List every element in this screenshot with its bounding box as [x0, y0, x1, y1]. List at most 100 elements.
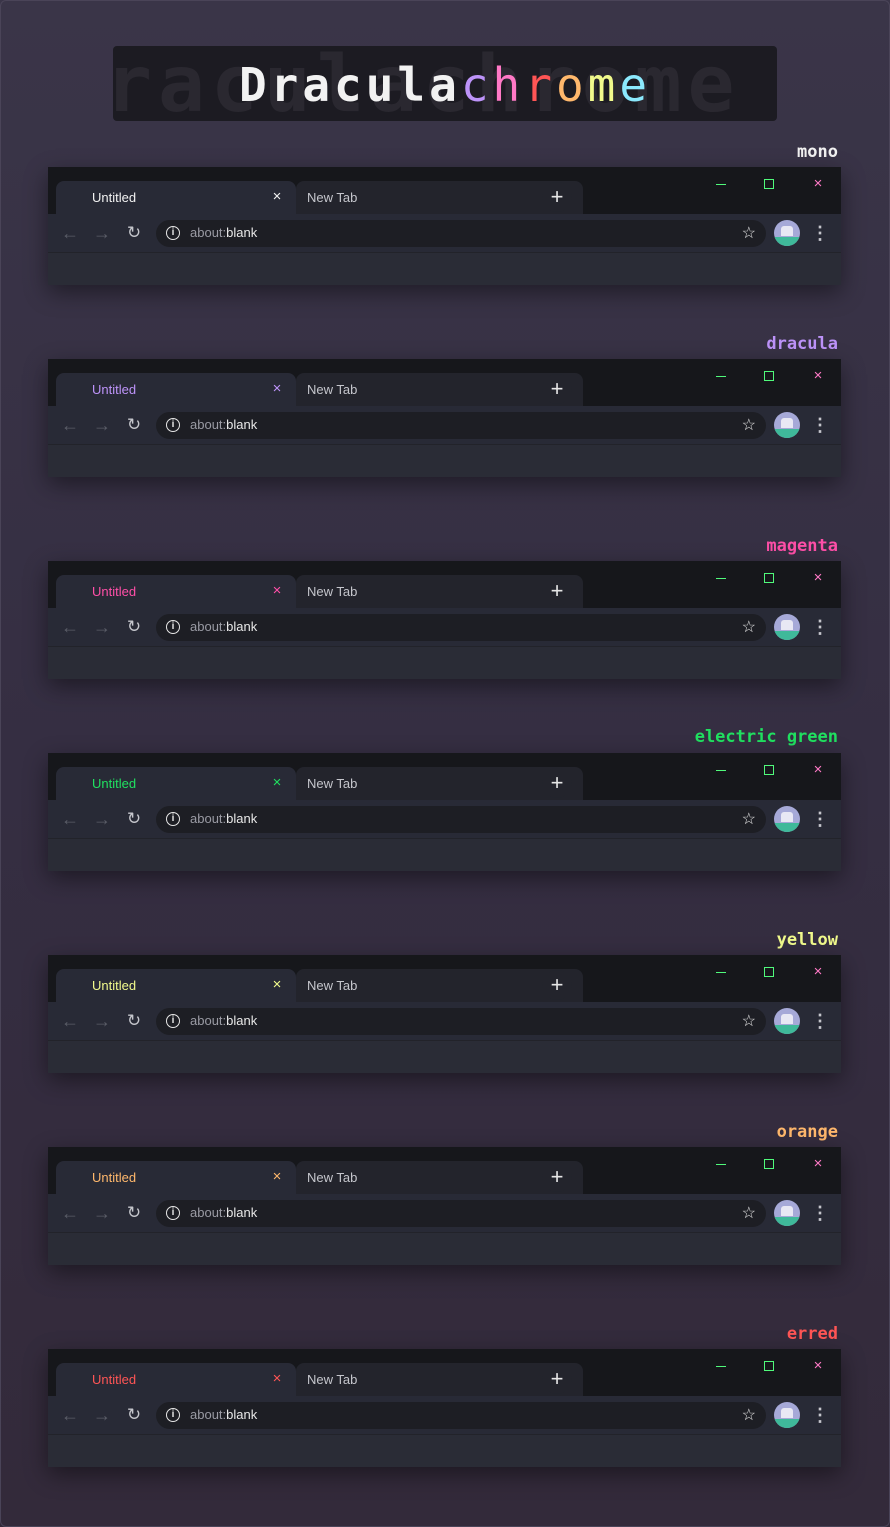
new-tab-button[interactable]: +	[542, 182, 572, 212]
close-icon[interactable]: ×	[268, 1168, 286, 1186]
tab-new-tab[interactable]: New Tab ×	[296, 373, 583, 406]
menu-icon[interactable]: ⋮	[810, 806, 830, 832]
address-bar[interactable]: i about:blank ☆	[156, 1402, 766, 1429]
back-icon[interactable]: ←	[57, 1402, 83, 1428]
tab-new-tab[interactable]: New Tab ×	[296, 767, 583, 800]
forward-icon[interactable]: →	[89, 1008, 115, 1034]
forward-icon[interactable]: →	[89, 1402, 115, 1428]
url-text[interactable]: about:blank	[190, 225, 257, 240]
menu-icon[interactable]: ⋮	[810, 412, 830, 438]
address-bar[interactable]: i about:blank ☆	[156, 1200, 766, 1227]
back-icon[interactable]: ←	[57, 220, 83, 246]
minimize-icon[interactable]	[711, 368, 731, 384]
new-tab-button[interactable]: +	[542, 1364, 572, 1394]
bookmark-star-icon[interactable]: ☆	[742, 415, 756, 435]
info-icon[interactable]: i	[166, 1014, 180, 1028]
bookmark-star-icon[interactable]: ☆	[742, 809, 756, 829]
tab-untitled[interactable]: Untitled ×	[56, 1363, 296, 1396]
new-tab-button[interactable]: +	[542, 768, 572, 798]
new-tab-button[interactable]: +	[542, 576, 572, 606]
profile-avatar[interactable]	[774, 1402, 800, 1428]
minimize-icon[interactable]	[711, 1156, 731, 1172]
reload-icon[interactable]: ↻	[121, 1200, 147, 1226]
minimize-icon[interactable]	[711, 1358, 731, 1374]
back-icon[interactable]: ←	[57, 1008, 83, 1034]
url-text[interactable]: about:blank	[190, 1013, 257, 1028]
close-icon[interactable]: ×	[268, 582, 286, 600]
tab-new-tab[interactable]: New Tab ×	[296, 575, 583, 608]
reload-icon[interactable]: ↻	[121, 806, 147, 832]
window-close-icon[interactable]: ×	[808, 1156, 828, 1172]
maximize-icon[interactable]	[759, 1358, 779, 1374]
profile-avatar[interactable]	[774, 412, 800, 438]
menu-icon[interactable]: ⋮	[810, 1200, 830, 1226]
maximize-icon[interactable]	[759, 176, 779, 192]
new-tab-button[interactable]: +	[542, 374, 572, 404]
tab-untitled[interactable]: Untitled ×	[56, 575, 296, 608]
bookmark-star-icon[interactable]: ☆	[742, 223, 756, 243]
url-text[interactable]: about:blank	[190, 417, 257, 432]
new-tab-button[interactable]: +	[542, 970, 572, 1000]
close-icon[interactable]: ×	[268, 188, 286, 206]
back-icon[interactable]: ←	[57, 614, 83, 640]
forward-icon[interactable]: →	[89, 806, 115, 832]
info-icon[interactable]: i	[166, 1408, 180, 1422]
tab-untitled[interactable]: Untitled ×	[56, 181, 296, 214]
tab-new-tab[interactable]: New Tab ×	[296, 1161, 583, 1194]
url-text[interactable]: about:blank	[190, 1205, 257, 1220]
minimize-icon[interactable]	[711, 762, 731, 778]
info-icon[interactable]: i	[166, 226, 180, 240]
info-icon[interactable]: i	[166, 812, 180, 826]
reload-icon[interactable]: ↻	[121, 614, 147, 640]
close-icon[interactable]: ×	[268, 380, 286, 398]
close-icon[interactable]: ×	[268, 976, 286, 994]
close-icon[interactable]: ×	[268, 774, 286, 792]
window-close-icon[interactable]: ×	[808, 1358, 828, 1374]
profile-avatar[interactable]	[774, 220, 800, 246]
info-icon[interactable]: i	[166, 620, 180, 634]
reload-icon[interactable]: ↻	[121, 220, 147, 246]
reload-icon[interactable]: ↻	[121, 1402, 147, 1428]
tab-untitled[interactable]: Untitled ×	[56, 1161, 296, 1194]
close-icon[interactable]: ×	[268, 1370, 286, 1388]
bookmark-star-icon[interactable]: ☆	[742, 1405, 756, 1425]
window-close-icon[interactable]: ×	[808, 176, 828, 192]
reload-icon[interactable]: ↻	[121, 412, 147, 438]
window-close-icon[interactable]: ×	[808, 368, 828, 384]
info-icon[interactable]: i	[166, 1206, 180, 1220]
address-bar[interactable]: i about:blank ☆	[156, 1008, 766, 1035]
minimize-icon[interactable]	[711, 176, 731, 192]
menu-icon[interactable]: ⋮	[810, 1008, 830, 1034]
profile-avatar[interactable]	[774, 806, 800, 832]
window-close-icon[interactable]: ×	[808, 762, 828, 778]
forward-icon[interactable]: →	[89, 412, 115, 438]
forward-icon[interactable]: →	[89, 220, 115, 246]
bookmark-star-icon[interactable]: ☆	[742, 617, 756, 637]
tab-new-tab[interactable]: New Tab ×	[296, 969, 583, 1002]
bookmark-star-icon[interactable]: ☆	[742, 1203, 756, 1223]
maximize-icon[interactable]	[759, 964, 779, 980]
tab-untitled[interactable]: Untitled ×	[56, 767, 296, 800]
menu-icon[interactable]: ⋮	[810, 220, 830, 246]
menu-icon[interactable]: ⋮	[810, 614, 830, 640]
menu-icon[interactable]: ⋮	[810, 1402, 830, 1428]
minimize-icon[interactable]	[711, 570, 731, 586]
minimize-icon[interactable]	[711, 964, 731, 980]
maximize-icon[interactable]	[759, 1156, 779, 1172]
new-tab-button[interactable]: +	[542, 1162, 572, 1192]
url-text[interactable]: about:blank	[190, 619, 257, 634]
url-text[interactable]: about:blank	[190, 811, 257, 826]
back-icon[interactable]: ←	[57, 412, 83, 438]
profile-avatar[interactable]	[774, 1200, 800, 1226]
tab-untitled[interactable]: Untitled ×	[56, 969, 296, 1002]
back-icon[interactable]: ←	[57, 1200, 83, 1226]
forward-icon[interactable]: →	[89, 1200, 115, 1226]
address-bar[interactable]: i about:blank ☆	[156, 412, 766, 439]
tab-new-tab[interactable]: New Tab ×	[296, 1363, 583, 1396]
maximize-icon[interactable]	[759, 762, 779, 778]
address-bar[interactable]: i about:blank ☆	[156, 806, 766, 833]
reload-icon[interactable]: ↻	[121, 1008, 147, 1034]
forward-icon[interactable]: →	[89, 614, 115, 640]
profile-avatar[interactable]	[774, 614, 800, 640]
window-close-icon[interactable]: ×	[808, 570, 828, 586]
